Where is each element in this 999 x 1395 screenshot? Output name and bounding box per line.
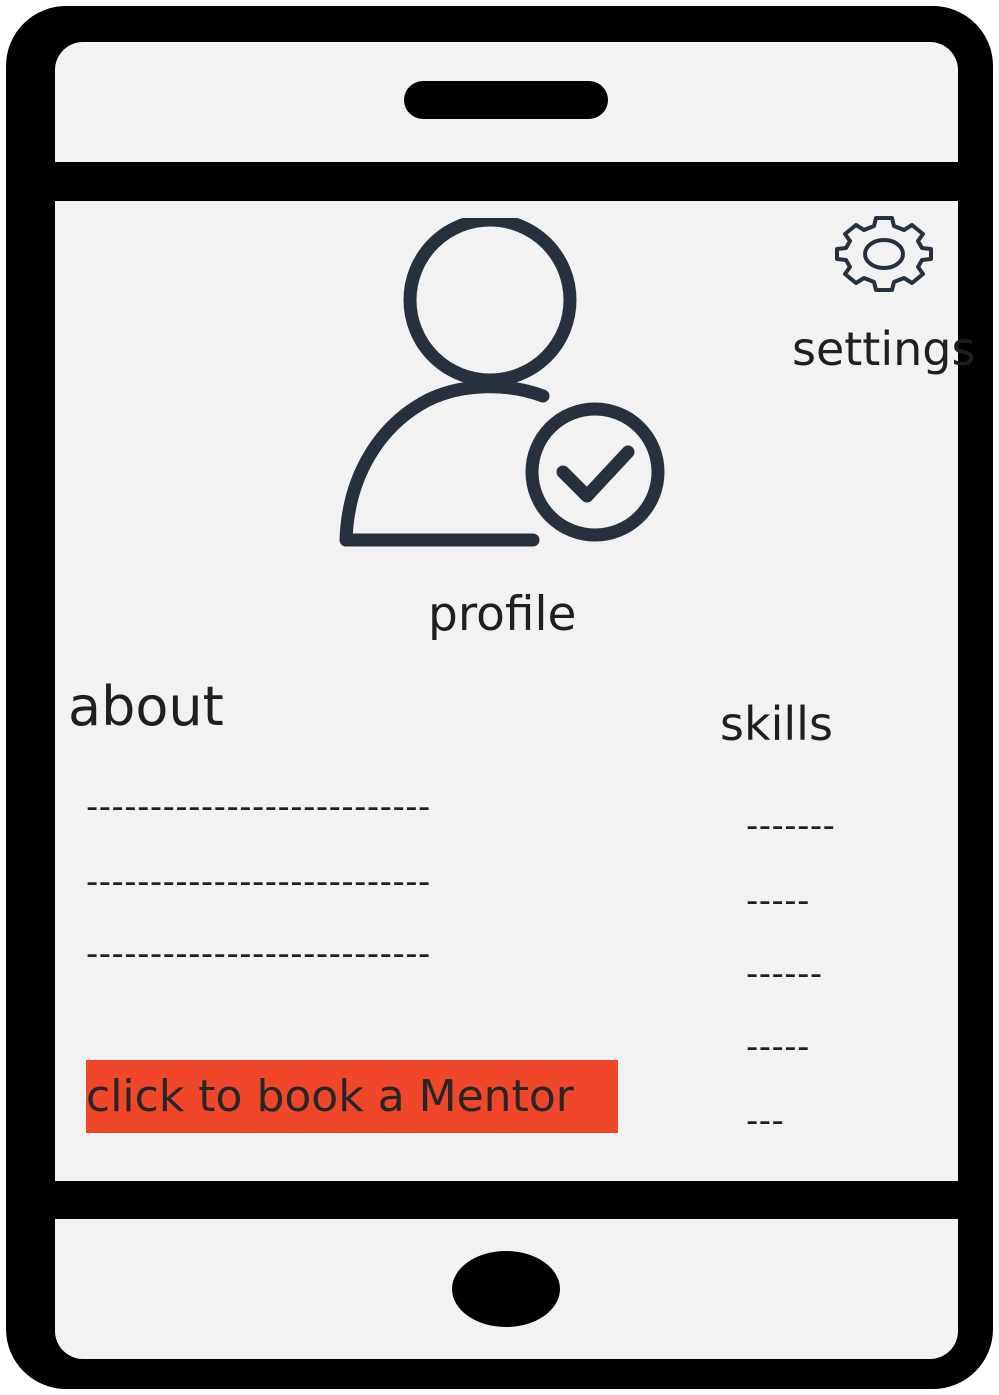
- skill-item: ---: [746, 1101, 785, 1141]
- skill-item: -----: [746, 881, 810, 921]
- about-line: ---------------------------: [86, 862, 431, 902]
- speaker-grille: [404, 81, 608, 119]
- about-heading: about: [68, 675, 224, 738]
- about-line: ---------------------------: [86, 934, 431, 974]
- home-button[interactable]: [452, 1251, 560, 1327]
- phone-device: settings profile about skills ----------…: [0, 0, 999, 1395]
- skill-item: -------: [746, 806, 836, 846]
- about-line: ---------------------------: [86, 787, 431, 827]
- profile-label[interactable]: profile: [428, 588, 576, 642]
- skill-item: -----: [746, 1027, 810, 1067]
- book-mentor-button[interactable]: click to book a Mentor: [86, 1060, 618, 1133]
- skills-heading: skills: [720, 697, 833, 751]
- skill-item: ------: [746, 954, 823, 994]
- settings-label[interactable]: settings: [792, 322, 975, 376]
- verified-user-icon[interactable]: [338, 218, 668, 548]
- gear-icon[interactable]: [832, 214, 936, 292]
